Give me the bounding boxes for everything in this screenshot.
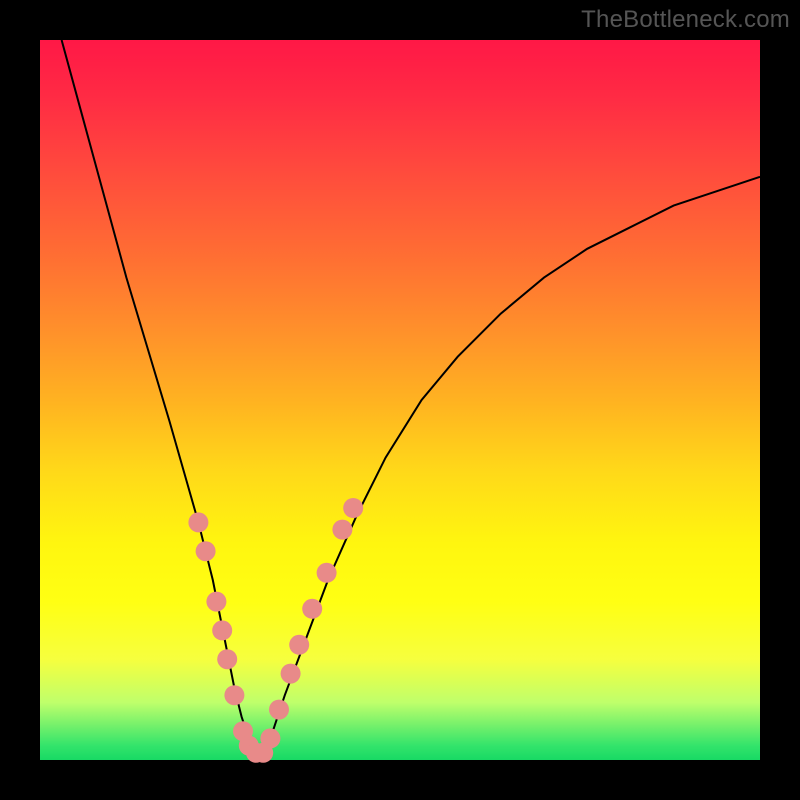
data-marker bbox=[332, 520, 352, 540]
curve-left-branch bbox=[62, 40, 256, 753]
data-marker bbox=[281, 664, 301, 684]
curve-layer bbox=[40, 40, 760, 760]
data-marker bbox=[206, 592, 226, 612]
data-marker bbox=[212, 620, 232, 640]
data-marker bbox=[260, 728, 280, 748]
data-marker bbox=[302, 599, 322, 619]
chart-stage: TheBottleneck.com bbox=[0, 0, 800, 800]
data-marker bbox=[317, 563, 337, 583]
curve-right-branch bbox=[256, 177, 760, 753]
data-marker bbox=[269, 700, 289, 720]
plot-area bbox=[40, 40, 760, 760]
data-marker bbox=[224, 685, 244, 705]
data-marker bbox=[217, 649, 237, 669]
data-marker bbox=[289, 635, 309, 655]
data-marker bbox=[188, 512, 208, 532]
watermark-text: TheBottleneck.com bbox=[581, 6, 790, 34]
data-marker bbox=[196, 541, 216, 561]
data-marker bbox=[343, 498, 363, 518]
